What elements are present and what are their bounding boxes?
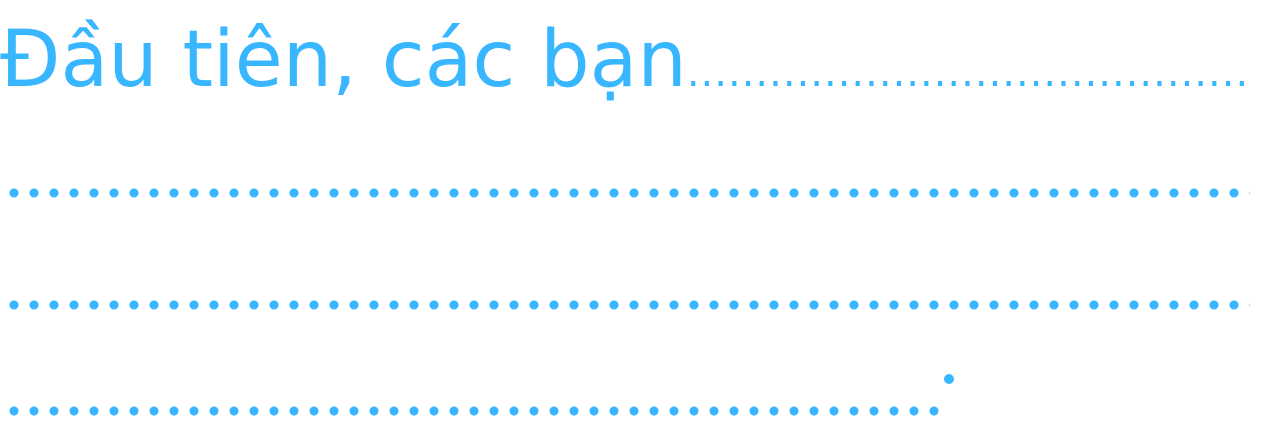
- blank-line-4: ........................................…: [0, 404, 946, 418]
- prompt-fill-dots: ........................................…: [686, 50, 1250, 96]
- prompt-text: Đầu tiên, các bạn: [0, 15, 687, 105]
- colon-upper-dot: [944, 374, 954, 384]
- worksheet-page: Đầu tiên, các bạn.......................…: [0, 0, 1266, 444]
- blank-line-2: ........................................…: [0, 186, 1250, 200]
- blank-line-3: ........................................…: [0, 298, 1250, 312]
- prompt-line: Đầu tiên, các bạn.......................…: [0, 10, 1250, 123]
